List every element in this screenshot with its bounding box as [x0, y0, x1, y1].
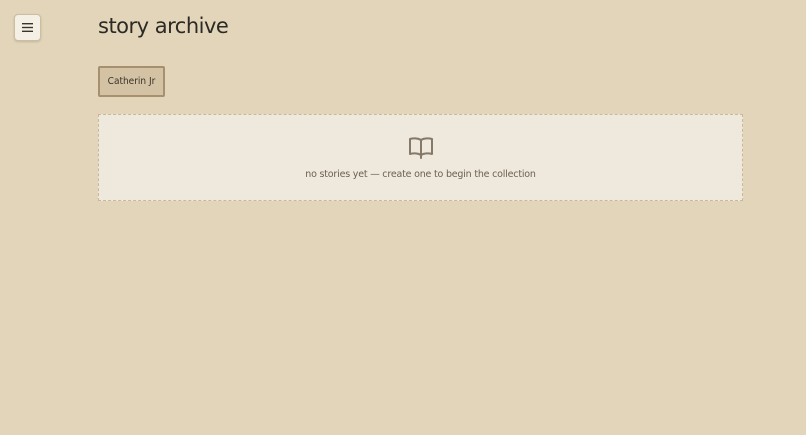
- open-book-icon: [408, 134, 434, 160]
- page-title: story archive: [98, 14, 229, 38]
- empty-stories-panel: no stories yet — create one to begin the…: [98, 114, 743, 201]
- author-tab-label: Catherin Jr: [107, 76, 156, 87]
- author-tab-catherin-jr[interactable]: Catherin Jr: [98, 66, 165, 97]
- hamburger-menu-icon: [22, 23, 33, 32]
- menu-button[interactable]: [14, 14, 41, 41]
- app-page: story archive Catherin Jr no stories yet…: [0, 0, 806, 435]
- empty-state-message: no stories yet — create one to begin the…: [305, 169, 536, 180]
